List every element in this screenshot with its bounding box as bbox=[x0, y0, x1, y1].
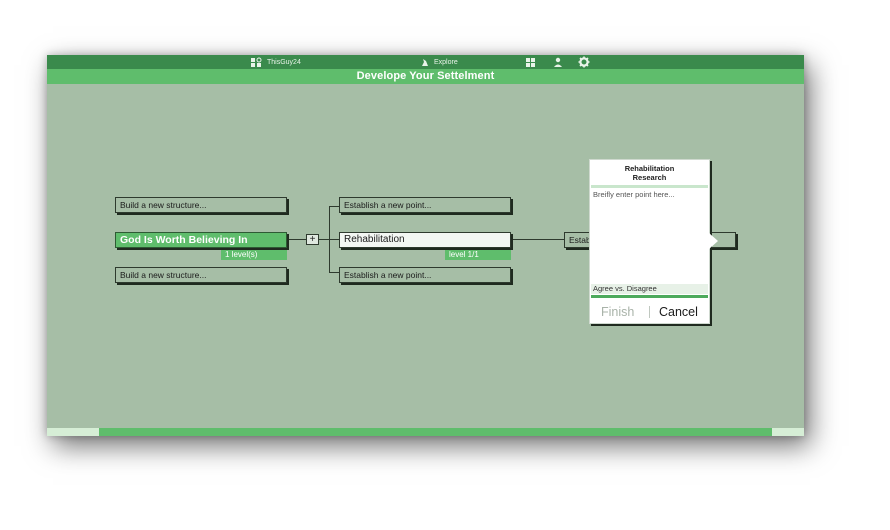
username-label: ThisGuy24 bbox=[267, 58, 301, 66]
panel-title-line2: Research bbox=[632, 173, 667, 182]
button-divider bbox=[649, 306, 650, 318]
research-panel: Rehabilitation Research Agree vs. Disagr… bbox=[589, 159, 710, 324]
connector-line bbox=[329, 239, 339, 240]
footer-progress-bar bbox=[99, 428, 772, 436]
structure-level-count: 1 level(s) bbox=[221, 250, 287, 260]
settings-button[interactable] bbox=[578, 55, 590, 69]
establish-point-input-bottom[interactable]: Establish a new point... bbox=[339, 267, 511, 283]
footer-track bbox=[47, 428, 804, 436]
explore-icon bbox=[420, 57, 430, 67]
connector-line bbox=[512, 239, 565, 240]
expand-plus-button[interactable]: + bbox=[306, 234, 319, 245]
point-node-rehabilitation[interactable]: Rehabilitation bbox=[339, 232, 511, 248]
structure-node-god-is-worth-believing-in[interactable]: God Is Worth Believing In bbox=[115, 232, 287, 248]
connector-line bbox=[329, 206, 339, 207]
connector-line bbox=[319, 239, 329, 240]
panel-title: Rehabilitation Research bbox=[590, 164, 709, 182]
build-structure-input-top[interactable]: Build a new structure... bbox=[115, 197, 287, 213]
explore-menu[interactable]: Explore bbox=[420, 55, 458, 69]
establish-point-input-top[interactable]: Establish a new point... bbox=[339, 197, 511, 213]
connector-line bbox=[329, 272, 339, 273]
page-title: Develope Your Settelment bbox=[356, 70, 495, 82]
build-structure-input-bottom[interactable]: Build a new structure... bbox=[115, 267, 287, 283]
profile-menu[interactable]: ThisGuy24 bbox=[250, 55, 301, 69]
gear-icon bbox=[578, 56, 590, 68]
panel-divider bbox=[591, 185, 708, 188]
grid-button[interactable] bbox=[525, 55, 537, 69]
user-button[interactable] bbox=[553, 55, 563, 69]
agree-disagree-toggle[interactable]: Agree vs. Disagree bbox=[591, 284, 708, 294]
explore-label: Explore bbox=[434, 58, 458, 66]
user-icon bbox=[553, 57, 563, 68]
agree-disagree-bar bbox=[591, 295, 708, 298]
grid-icon bbox=[525, 57, 537, 68]
app-window: ThisGuy24 Explore Develope Your Settelme… bbox=[47, 55, 804, 436]
panel-title-line1: Rehabilitation bbox=[624, 164, 675, 173]
finish-button[interactable]: Finish bbox=[601, 305, 634, 319]
top-navigation-bar: ThisGuy24 Explore bbox=[47, 55, 804, 69]
panel-pointer-arrow bbox=[709, 233, 718, 249]
point-text-input[interactable] bbox=[593, 190, 706, 286]
point-level-indicator: level 1/1 bbox=[445, 250, 511, 260]
cancel-button[interactable]: Cancel bbox=[659, 305, 698, 319]
connector-line bbox=[288, 239, 306, 240]
title-bar: Develope Your Settelment bbox=[47, 69, 804, 84]
profile-icon bbox=[250, 57, 263, 68]
